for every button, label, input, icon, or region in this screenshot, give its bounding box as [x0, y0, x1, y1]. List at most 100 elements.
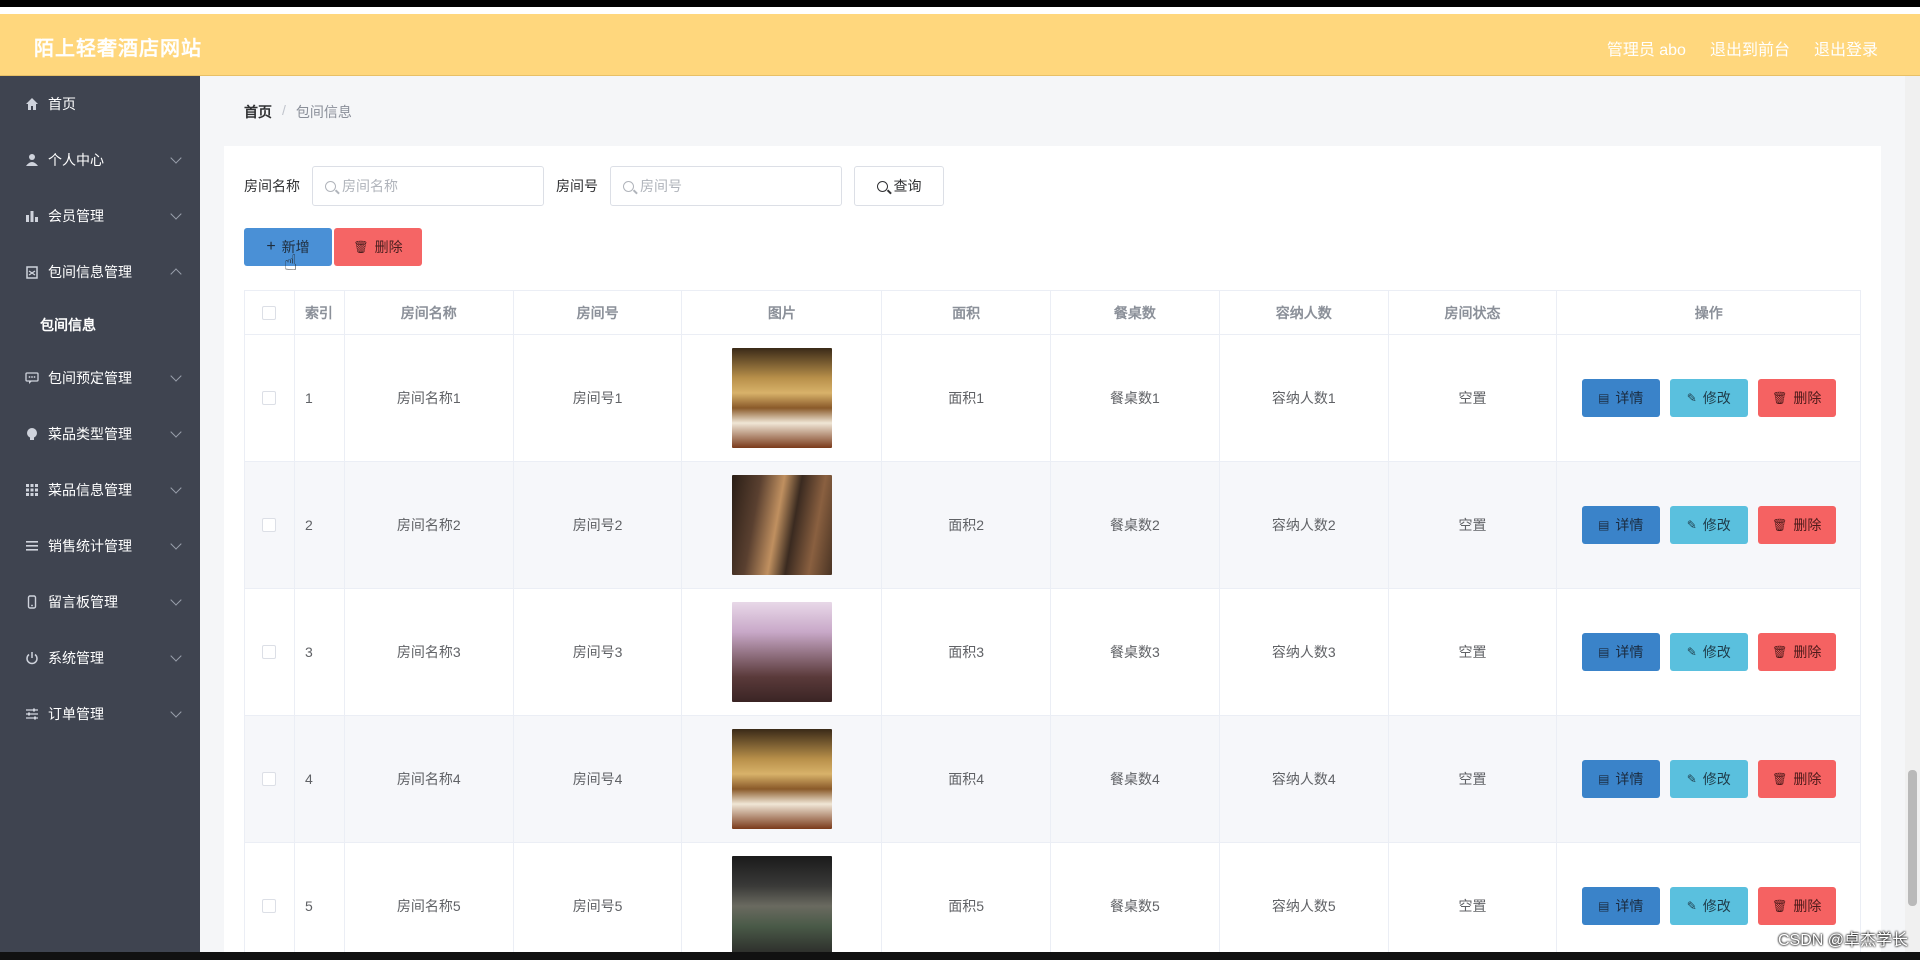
sidebar-item-order-management[interactable]: 订单管理 — [0, 686, 200, 742]
content-panel: 房间名称 房间名称 房间号 房间号 查询 + 新增 ☝ 🗑 删除 索引 房间名称… — [224, 146, 1881, 960]
sidebar-item-room-info-management[interactable]: 包间信息管理 — [0, 244, 200, 300]
row-tables: 餐桌数3 — [1051, 589, 1220, 715]
chevron-down-icon — [170, 706, 182, 718]
sidebar-item-dish-info-management[interactable]: 菜品信息管理 — [0, 462, 200, 518]
room-thumbnail[interactable] — [731, 348, 832, 448]
row-room-no: 房间号1 — [514, 335, 683, 461]
detail-button[interactable]: ▤ 详情 — [1581, 633, 1660, 671]
row-capacity: 容纳人数3 — [1220, 589, 1389, 715]
room-thumbnail[interactable] — [731, 475, 832, 575]
sidebar-item-message-board-management[interactable]: 留言板管理 — [0, 574, 200, 630]
row-area: 面积2 — [882, 462, 1052, 588]
breadcrumb-current: 包间信息 — [295, 104, 352, 120]
home-icon — [24, 96, 40, 112]
row-image-cell — [682, 335, 883, 461]
plus-icon: + — [266, 238, 276, 255]
room-name-placeholder: 房间名称 — [342, 178, 398, 194]
row-capacity: 容纳人数5 — [1220, 843, 1389, 960]
rooms-table: 索引 房间名称 房间号 图片 面积 餐桌数 容纳人数 房间状态 操作 1 房间名… — [244, 290, 1861, 960]
breadcrumb: 首页 / 包间信息 — [244, 102, 352, 122]
room-no-input[interactable]: 房间号 — [610, 166, 842, 206]
edit-button[interactable]: ✎ 修改 — [1669, 379, 1748, 417]
row-checkbox[interactable] — [262, 645, 277, 659]
user-icon — [24, 152, 40, 168]
detail-button[interactable]: ▤ 详情 — [1581, 887, 1660, 925]
edit-button[interactable]: ✎ 修改 — [1669, 506, 1748, 544]
row-room-name: 房间名称2 — [345, 462, 514, 588]
search-icon — [876, 180, 888, 192]
edit-button-label: 修改 — [1702, 390, 1731, 406]
exit-to-frontend-link[interactable]: 退出到前台 — [1710, 36, 1790, 60]
scrollbar-thumb[interactable] — [1908, 770, 1917, 906]
room-thumbnail[interactable] — [731, 602, 832, 702]
header-actions: 操作 — [1694, 304, 1723, 321]
delete-button[interactable]: 🗑 删除 — [1757, 887, 1836, 925]
query-button[interactable]: 查询 — [854, 166, 944, 206]
sidebar-item-sales-stats-management[interactable]: 销售统计管理 — [0, 518, 200, 574]
row-checkbox[interactable] — [262, 899, 277, 913]
hand-cursor-icon: ☝ — [284, 250, 298, 275]
row-select-cell — [245, 335, 295, 461]
table-row: 5 房间名称5 房间号5 面积5 餐桌数5 容纳人数5 空置 ▤ 详情 ✎ 修改 — [245, 843, 1860, 960]
header-tables: 餐桌数 — [1051, 291, 1220, 334]
sidebar-item-label: 留言板管理 — [48, 594, 118, 610]
table-row: 4 房间名称4 房间号4 面积4 餐桌数4 容纳人数4 空置 ▤ 详情 ✎ 修改 — [245, 716, 1860, 843]
row-room-name: 房间名称1 — [345, 335, 514, 461]
lightbulb-icon — [24, 426, 40, 442]
detail-button[interactable]: ▤ 详情 — [1581, 760, 1660, 798]
sidebar-item-label: 首页 — [48, 96, 76, 112]
breadcrumb-home[interactable]: 首页 — [244, 102, 272, 122]
admin-user-link[interactable]: 管理员 abo — [1607, 36, 1686, 60]
edit-button[interactable]: ✎ 修改 — [1669, 760, 1748, 798]
chevron-down-icon — [170, 594, 182, 606]
logout-link[interactable]: 退出登录 — [1814, 36, 1878, 60]
sidebar-item-personal-center[interactable]: 个人中心 — [0, 132, 200, 188]
row-area: 面积5 — [882, 843, 1052, 960]
batch-delete-button[interactable]: 🗑 删除 — [334, 228, 422, 266]
delete-button[interactable]: 🗑 删除 — [1757, 379, 1836, 417]
room-thumbnail[interactable] — [731, 856, 832, 956]
batch-delete-label: 删除 — [374, 239, 403, 255]
row-image-cell — [682, 462, 883, 588]
detail-button[interactable]: ▤ 详情 — [1581, 506, 1660, 544]
header-area: 面积 — [882, 291, 1052, 334]
row-actions: ▤ 详情 ✎ 修改 🗑 删除 — [1557, 716, 1860, 842]
row-tables: 餐桌数5 — [1051, 843, 1220, 960]
page-scrollbar[interactable] — [1905, 76, 1920, 960]
sidebar-item-member-management[interactable]: 会员管理 — [0, 188, 200, 244]
pencil-icon: ✎ — [1686, 899, 1697, 913]
row-tables: 餐桌数2 — [1051, 462, 1220, 588]
room-thumbnail[interactable] — [731, 729, 832, 829]
detail-button[interactable]: ▤ 详情 — [1581, 379, 1660, 417]
row-checkbox[interactable] — [262, 772, 277, 786]
row-select-cell — [245, 462, 295, 588]
delete-button[interactable]: 🗑 删除 — [1757, 760, 1836, 798]
table-header-row: 索引 房间名称 房间号 图片 面积 餐桌数 容纳人数 房间状态 操作 — [245, 291, 1860, 335]
clipboard-icon — [24, 264, 40, 280]
row-capacity: 容纳人数4 — [1220, 716, 1389, 842]
row-checkbox[interactable] — [262, 391, 277, 405]
room-name-input[interactable]: 房间名称 — [312, 166, 544, 206]
row-area: 面积3 — [882, 589, 1052, 715]
sidebar-item-label: 个人中心 — [48, 152, 104, 168]
add-button[interactable]: + 新增 ☝ — [244, 228, 332, 275]
sidebar-item-system-management[interactable]: 系统管理 — [0, 630, 200, 686]
edit-button-label: 修改 — [1702, 898, 1731, 914]
select-all-checkbox[interactable] — [262, 305, 277, 320]
row-checkbox[interactable] — [262, 518, 277, 532]
row-capacity: 容纳人数1 — [1220, 335, 1389, 461]
chevron-down-icon — [170, 426, 182, 438]
sidebar-subitem-room-info[interactable]: 包间信息 — [0, 300, 200, 350]
document-icon: ▤ — [1598, 645, 1610, 659]
detail-button-label: 详情 — [1615, 771, 1644, 787]
sidebar-item-home[interactable]: 首页 — [0, 76, 200, 132]
sidebar-subitem-label: 包间信息 — [40, 317, 96, 333]
delete-button[interactable]: 🗑 删除 — [1757, 633, 1836, 671]
edit-button[interactable]: ✎ 修改 — [1669, 633, 1748, 671]
delete-button[interactable]: 🗑 删除 — [1757, 506, 1836, 544]
sidebar-item-dish-type-management[interactable]: 菜品类型管理 — [0, 406, 200, 462]
sidebar-item-room-booking-management[interactable]: 包间预定管理 — [0, 350, 200, 406]
row-room-no: 房间号3 — [514, 589, 683, 715]
edit-button[interactable]: ✎ 修改 — [1669, 887, 1748, 925]
delete-button-label: 删除 — [1793, 644, 1822, 660]
